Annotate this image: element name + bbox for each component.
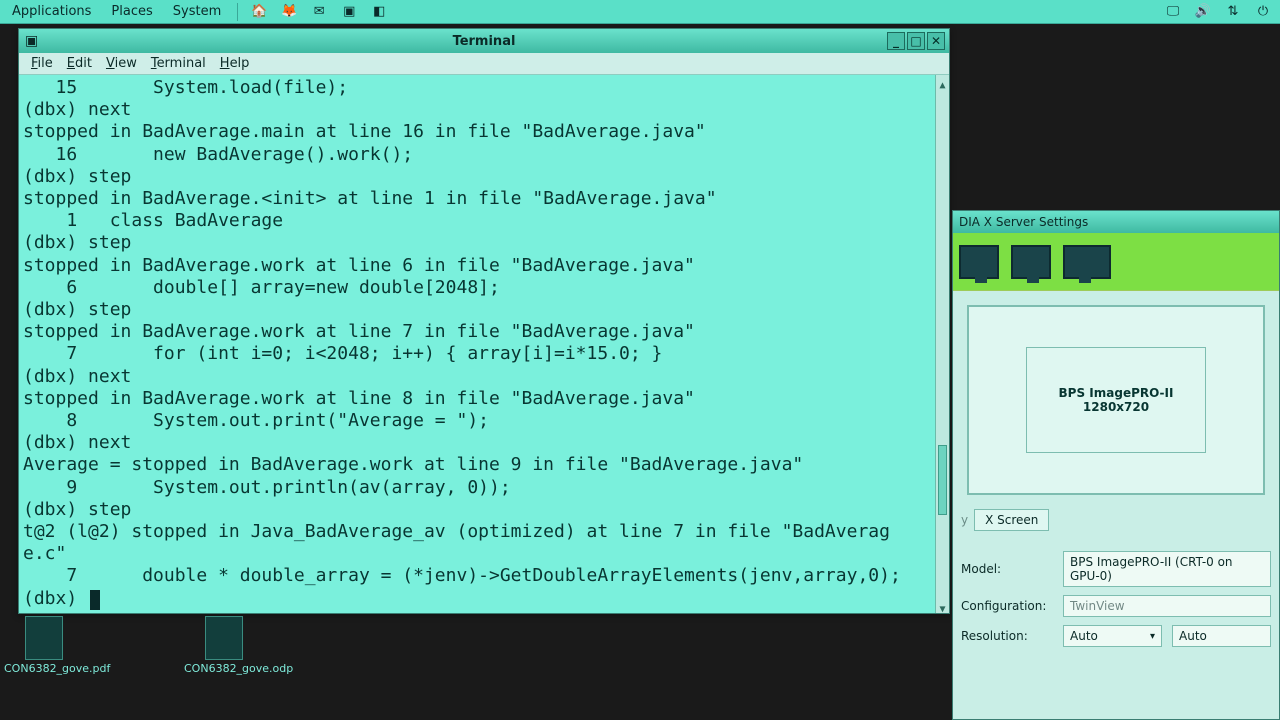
file-odp[interactable]: CON6382_gove.odp	[184, 616, 264, 675]
nvidia-titlebar[interactable]: DIA X Server Settings	[953, 211, 1279, 233]
gnome-panel: Applications Places System 🏠 🦊 ✉ ▣ ◧ 🖵 🔊…	[0, 0, 1280, 24]
terminal-body[interactable]: 15 System.load(file); (dbx) next stopped…	[19, 75, 949, 613]
monitor-layout-bar	[953, 233, 1279, 291]
file-pdf[interactable]: CON6382_gove.pdf	[4, 616, 84, 675]
odp-icon	[205, 616, 243, 660]
label-config: Configuration:	[961, 599, 1053, 613]
label-model: Model:	[961, 562, 1053, 576]
terminal-menubar: File Edit View Terminal Help	[19, 53, 949, 75]
nvidia-settings-window: DIA X Server Settings BPS ImagePRO-II 12…	[952, 210, 1280, 720]
menu-view[interactable]: View	[100, 56, 143, 71]
network-icon[interactable]: ⇅	[1222, 2, 1244, 22]
terminal-launcher-icon[interactable]: ▣	[338, 2, 360, 22]
model-combo[interactable]: BPS ImagePRO-II (CRT-0 on GPU-0)	[1063, 551, 1271, 587]
panel-menu-system[interactable]: System	[167, 4, 227, 19]
panel-separator	[237, 3, 238, 21]
refresh-value: Auto	[1179, 629, 1207, 643]
refresh-combo[interactable]: Auto	[1172, 625, 1271, 647]
home-icon[interactable]: 🏠	[248, 2, 270, 22]
file-label: CON6382_gove.pdf	[4, 662, 84, 675]
power-icon[interactable]: ⏻	[1252, 2, 1274, 22]
maximize-button[interactable]: □	[907, 32, 925, 50]
config-value: TwinView	[1070, 599, 1125, 613]
terminal-cursor	[90, 590, 100, 610]
label-resolution: Resolution:	[961, 629, 1053, 643]
close-button[interactable]: ✕	[927, 32, 945, 50]
nvidia-tabs: y X Screen	[953, 509, 1279, 539]
terminal-window: ▣ Terminal _ □ ✕ File Edit View Terminal…	[18, 28, 950, 614]
file-label: CON6382_gove.odp	[184, 662, 264, 675]
tab-xscreen[interactable]: X Screen	[974, 509, 1049, 531]
menu-help[interactable]: Help	[214, 56, 256, 71]
terminal-title: Terminal	[453, 34, 516, 49]
terminal-text: 15 System.load(file); (dbx) next stopped…	[23, 77, 901, 609]
desktop-files: CON6382_gove.pdf CON6382_gove.odp	[4, 616, 264, 675]
monitor-icon[interactable]	[959, 245, 999, 279]
volume-icon[interactable]: 🔊	[1192, 2, 1214, 22]
app-icon[interactable]: ◧	[368, 2, 390, 22]
mail-icon[interactable]: ✉	[308, 2, 330, 22]
resolution-value: Auto	[1070, 629, 1098, 643]
scroll-up-icon[interactable]: ▲	[936, 75, 949, 89]
nvidia-form: Model: BPS ImagePRO-II (CRT-0 on GPU-0) …	[953, 539, 1279, 659]
terminal-scrollbar[interactable]: ▲ ▼	[935, 75, 949, 613]
scroll-thumb[interactable]	[938, 445, 947, 515]
preview-model: BPS ImagePRO-II	[1059, 386, 1174, 400]
menu-edit[interactable]: Edit	[61, 56, 98, 71]
model-value: BPS ImagePRO-II (CRT-0 on GPU-0)	[1070, 555, 1264, 583]
pdf-icon	[25, 616, 63, 660]
scroll-down-icon[interactable]: ▼	[936, 599, 949, 613]
screen-icon[interactable]: 🖵	[1162, 2, 1184, 22]
panel-menu-places[interactable]: Places	[105, 4, 158, 19]
preview-resolution: 1280x720	[1059, 400, 1174, 414]
minimize-button[interactable]: _	[887, 32, 905, 50]
chevron-down-icon: ▾	[1150, 631, 1155, 642]
terminal-titlebar[interactable]: ▣ Terminal _ □ ✕	[19, 29, 949, 53]
resolution-combo[interactable]: Auto ▾	[1063, 625, 1162, 647]
display-preview[interactable]: BPS ImagePRO-II 1280x720	[967, 305, 1265, 495]
terminal-window-icon: ▣	[25, 33, 38, 49]
monitor-icon[interactable]	[1011, 245, 1051, 279]
panel-menu-applications[interactable]: Applications	[6, 4, 97, 19]
monitor-icon[interactable]	[1063, 245, 1111, 279]
firefox-icon[interactable]: 🦊	[278, 2, 300, 22]
menu-file[interactable]: File	[25, 56, 59, 71]
menu-terminal[interactable]: Terminal	[145, 56, 212, 71]
config-combo[interactable]: TwinView	[1063, 595, 1271, 617]
